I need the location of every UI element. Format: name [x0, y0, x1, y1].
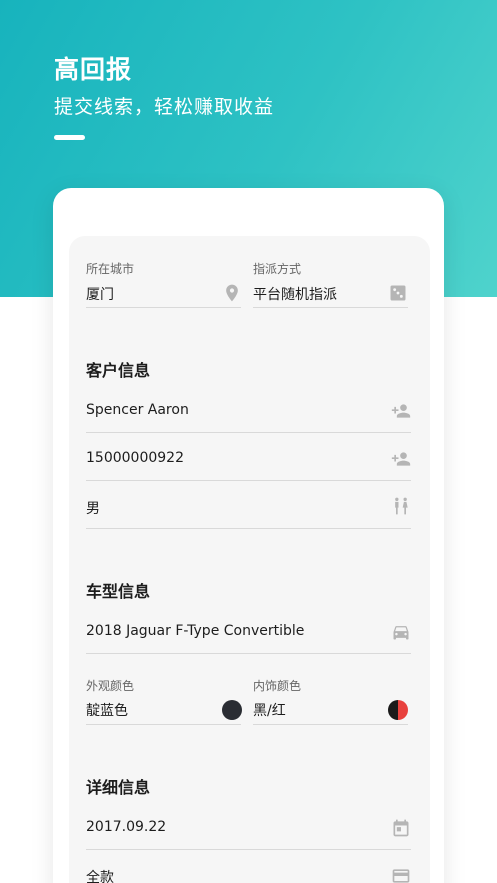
exterior-color-label: 外观颜色 — [86, 679, 135, 693]
dispatch-method-value: 平台随机指派 — [253, 287, 337, 303]
add-person-icon — [391, 401, 411, 421]
payment-field[interactable]: 全款 — [86, 860, 411, 883]
date-value: 2017.09.22 — [86, 819, 167, 835]
wc-people-icon — [391, 496, 411, 516]
vehicle-model-value: 2018 Jaguar F-Type Convertible — [86, 623, 305, 639]
city-underline — [86, 307, 241, 308]
interior-color-field[interactable]: 内饰颜色 黑/红 — [253, 675, 408, 725]
car-icon — [391, 622, 411, 642]
customer-name-underline — [86, 432, 411, 433]
customer-phone-underline — [86, 480, 411, 481]
date-underline — [86, 849, 411, 850]
dispatch-method-field[interactable]: 指派方式 平台随机指派 — [253, 258, 408, 308]
customer-name-value: Spencer Aaron — [86, 402, 189, 418]
credit-card-icon — [391, 866, 411, 883]
vehicle-model-underline — [86, 653, 411, 654]
customer-gender-value: 男 — [86, 501, 100, 517]
customer-phone-value: 15000000922 — [86, 450, 184, 466]
calendar-icon — [391, 818, 411, 838]
hero-subtitle: 提交线索，轻松赚取收益 — [54, 96, 275, 118]
exterior-color-underline — [86, 724, 241, 725]
customer-section-title: 客户信息 — [86, 361, 151, 380]
interior-color-label: 内饰颜色 — [253, 679, 302, 693]
interior-color-underline — [253, 724, 408, 725]
city-field[interactable]: 所在城市 厦门 — [86, 258, 241, 308]
customer-name-field[interactable]: Spencer Aaron — [86, 395, 411, 433]
customer-gender-underline — [86, 528, 411, 529]
city-label: 所在城市 — [86, 262, 135, 276]
hero-title: 高回报 — [54, 55, 133, 84]
customer-gender-field[interactable]: 男 — [86, 491, 411, 529]
details-section-title: 详细信息 — [86, 778, 151, 797]
city-value: 厦门 — [86, 287, 114, 303]
dispatch-method-label: 指派方式 — [253, 262, 302, 276]
customer-phone-field[interactable]: 15000000922 — [86, 443, 411, 481]
vehicle-section-title: 车型信息 — [86, 582, 151, 601]
hero-accent-bar — [54, 135, 85, 140]
add-person-icon — [391, 449, 411, 469]
dice-icon — [388, 283, 408, 303]
date-field[interactable]: 2017.09.22 — [86, 812, 411, 850]
exterior-color-field[interactable]: 外观颜色 靛蓝色 — [86, 675, 242, 725]
vehicle-model-field[interactable]: 2018 Jaguar F-Type Convertible — [86, 616, 411, 654]
interior-color-value: 黑/红 — [253, 703, 286, 719]
dispatch-method-underline — [253, 307, 408, 308]
interior-color-swatch — [388, 700, 408, 720]
location-pin-icon — [222, 283, 242, 303]
exterior-color-swatch — [222, 700, 242, 720]
exterior-color-value: 靛蓝色 — [86, 703, 128, 719]
payment-value: 全款 — [86, 870, 114, 883]
